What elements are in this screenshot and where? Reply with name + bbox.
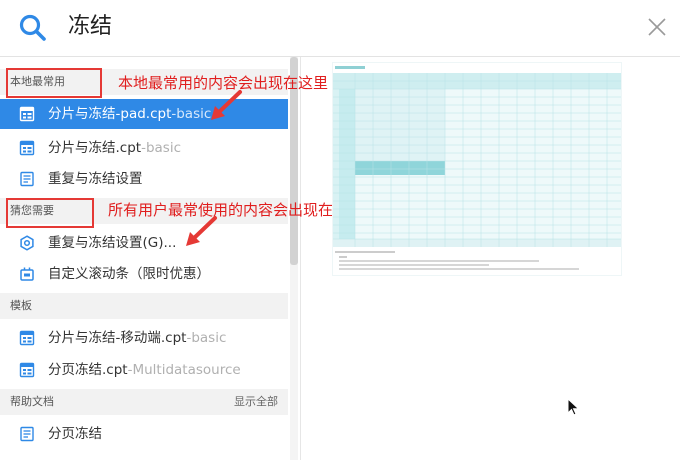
plugin-icon [20, 267, 34, 281]
annotation-arrow-icon [211, 90, 242, 120]
annotation-guess-text: 所有用户最常使用的内容会出现在这里 [108, 201, 364, 219]
search-bar: 冻结 [0, 0, 680, 57]
annotation-box-local [6, 68, 102, 98]
result-item-label: 重复与冻结设置(G)... [48, 235, 177, 251]
result-item[interactable]: 分片与冻结.cpt-basic [0, 133, 288, 163]
report-file-icon [19, 362, 35, 378]
template-preview [332, 62, 622, 276]
result-item-label: 分页冻结.cpt-Multidatasource [48, 362, 241, 378]
result-item[interactable]: 自定义滚动条（限时优惠） [0, 259, 288, 289]
result-item-label: 分页冻结 [48, 426, 102, 442]
annotation-arrow-icon [186, 216, 217, 246]
report-file-icon [19, 140, 35, 156]
result-item-label: 分片与冻结-移动端.cpt-basic [48, 330, 227, 346]
result-item[interactable]: 分页冻结.cpt-Multidatasource [0, 355, 288, 385]
result-item[interactable]: 重复与冻结设置(G)... [0, 228, 288, 258]
annotation-box-guess [6, 198, 94, 228]
results-list: 本地最常用 分片与冻结-pad.cpt-basic 分片与冻结.cpt-basi… [0, 57, 301, 460]
mouse-cursor-icon [567, 398, 580, 416]
result-item-label: 自定义滚动条（限时优惠） [48, 266, 210, 282]
search-icon [19, 14, 46, 41]
report-file-icon [19, 330, 35, 346]
document-icon [20, 171, 34, 187]
section-header-help: 帮助文档 显示全部 [0, 389, 288, 415]
result-item-label: 分片与冻结.cpt-basic [48, 140, 181, 156]
result-item-label: 重复与冻结设置 [48, 171, 143, 187]
result-item-label: 分片与冻结-pad.cpt-basic [48, 106, 212, 122]
search-input[interactable]: 冻结 [68, 12, 112, 42]
document-icon [20, 426, 34, 442]
section-title: 模板 [10, 299, 32, 312]
result-item[interactable]: 重复与冻结设置 [0, 164, 288, 194]
close-icon[interactable] [646, 16, 668, 38]
result-item[interactable]: 分片与冻结-移动端.cpt-basic [0, 323, 288, 353]
gear-icon [20, 235, 34, 251]
result-item[interactable]: 分页冻结 [0, 419, 288, 449]
show-all-link[interactable]: 显示全部 [234, 389, 278, 415]
section-header-templates: 模板 [0, 293, 288, 319]
report-file-icon [19, 106, 35, 122]
section-title: 帮助文档 [10, 395, 54, 408]
preview-thumbnail [333, 63, 621, 275]
